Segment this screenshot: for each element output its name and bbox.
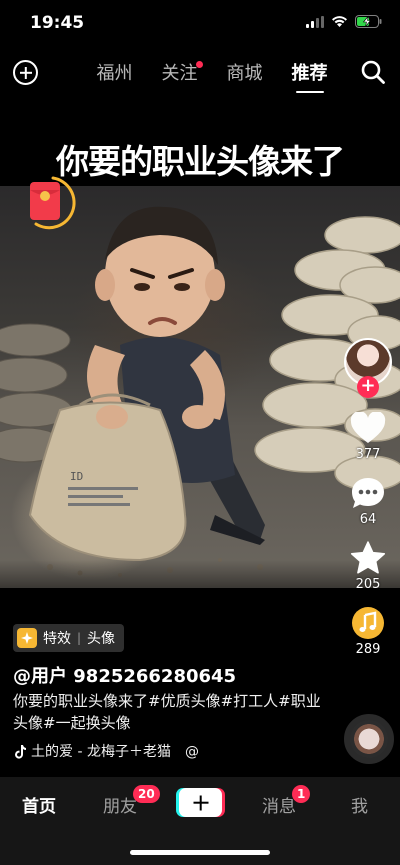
battery-charging-icon <box>355 15 382 28</box>
bottom-nav: 首页 朋友 20 消息 1 我 <box>0 777 400 865</box>
sack-print: ID <box>70 470 83 483</box>
favorite-button[interactable]: 205 <box>344 541 392 592</box>
like-button[interactable]: 377 <box>344 412 392 462</box>
status-time: 19:45 <box>30 13 85 33</box>
create-button[interactable] <box>179 788 222 817</box>
creator-username[interactable]: @用户 9825266280645 <box>13 662 236 688</box>
feed-tabs: 福州 关注 商城 推荐 <box>82 59 342 85</box>
child-carrying-sack-image: ID <box>28 206 265 577</box>
search-icon[interactable] <box>360 59 386 85</box>
nav-friends[interactable]: 朋友 <box>103 792 137 817</box>
wifi-icon <box>332 16 347 27</box>
comment-icon <box>352 478 384 508</box>
tab-local[interactable]: 福州 <box>82 59 147 85</box>
comment-button[interactable]: 64 <box>344 476 392 527</box>
tab-recommended[interactable]: 推荐 <box>277 59 342 85</box>
follow-button[interactable]: + <box>357 376 379 398</box>
tab-label: 福州 <box>96 63 133 84</box>
status-icons <box>306 15 382 28</box>
effect-name: 头像 <box>87 631 116 647</box>
home-indicator <box>130 850 270 855</box>
video-description[interactable]: 你要的职业头像来了#优质头像#打工人#职业头像#一起换头像 <box>13 690 323 734</box>
like-count: 377 <box>355 447 381 462</box>
tab-mall[interactable]: 商城 <box>212 59 277 85</box>
red-packet-icon[interactable] <box>24 174 82 232</box>
favorite-count: 205 <box>355 577 381 592</box>
status-bar: 19:45 <box>0 0 400 48</box>
tiktok-note-icon <box>15 744 26 759</box>
tab-label: 推荐 <box>291 63 328 84</box>
tab-label: 商城 <box>226 63 263 84</box>
effect-label: 特效 <box>43 631 71 647</box>
comment-count: 64 <box>359 512 377 527</box>
effect-icon <box>17 628 37 648</box>
share-count: 289 <box>355 642 381 657</box>
nav-messages[interactable]: 消息 <box>262 792 296 817</box>
music-info[interactable]: 土的爱 - 龙梅子＋老猫 @ <box>13 741 199 761</box>
creator-avatar[interactable]: + <box>344 338 392 398</box>
music-title: 土的爱 - 龙梅子＋老猫 @ <box>31 744 199 760</box>
notification-dot <box>196 61 203 68</box>
heart-icon <box>350 412 386 443</box>
action-rail: + 377 64 205 289 <box>344 338 392 657</box>
add-circle-icon[interactable] <box>13 60 38 85</box>
star-icon <box>350 541 386 574</box>
nav-home[interactable]: 首页 <box>22 792 56 817</box>
friends-badge: 20 <box>133 785 160 803</box>
nav-me[interactable]: 我 <box>351 792 368 817</box>
music-disc[interactable] <box>344 714 394 764</box>
share-button[interactable]: 289 <box>344 606 392 657</box>
divider: | <box>77 631 82 645</box>
cellular-signal-icon <box>306 15 324 28</box>
music-note-icon <box>352 607 384 639</box>
tab-label: 关注 <box>161 63 198 84</box>
effect-tag[interactable]: 特效 | 头像 <box>13 624 125 652</box>
tab-following[interactable]: 关注 <box>147 59 212 85</box>
top-nav: 福州 关注 商城 推荐 <box>0 52 400 92</box>
messages-badge: 1 <box>292 785 311 803</box>
video-bottom-gradient <box>0 560 400 620</box>
